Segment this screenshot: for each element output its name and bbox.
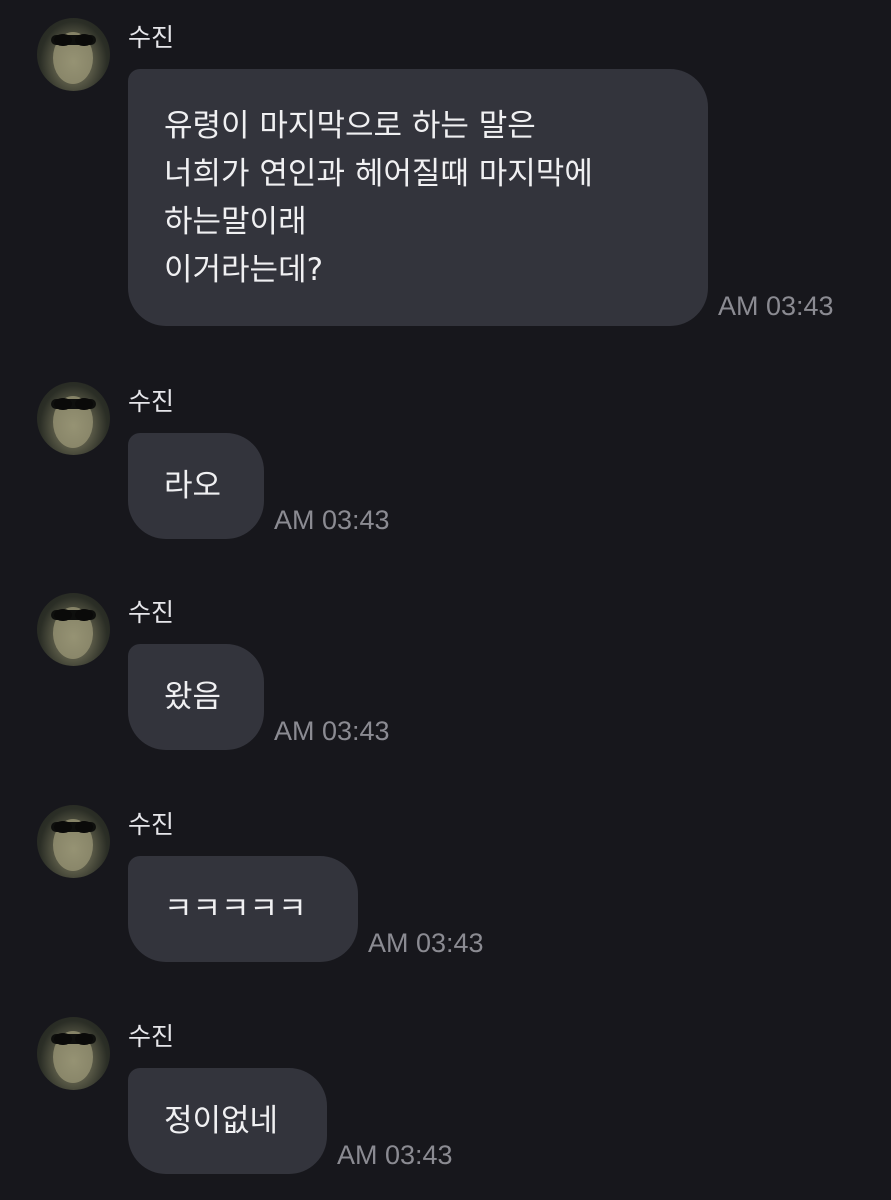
sender-name: 수진	[128, 598, 175, 627]
sender-name: 수진	[128, 1022, 175, 1051]
message-bubble[interactable]: ㅋㅋㅋㅋㅋ	[128, 856, 358, 962]
message-bubble[interactable]: 라오	[128, 433, 264, 539]
message-line: 정이없네	[164, 1103, 279, 1139]
message-line: 유령이 마지막으로 하는 말은	[164, 107, 536, 144]
profile-photo-icon	[51, 819, 96, 871]
message-line: 이거라는데?	[164, 251, 324, 288]
message-bubble[interactable]: 정이없네	[128, 1068, 327, 1174]
profile-photo-icon	[51, 607, 96, 659]
avatar[interactable]	[37, 805, 110, 878]
profile-photo-icon	[51, 1031, 96, 1083]
avatar[interactable]	[37, 382, 110, 455]
sender-name: 수진	[128, 23, 175, 52]
profile-photo-icon	[51, 396, 96, 448]
message-timestamp: AM 03:43	[368, 928, 484, 958]
message-timestamp: AM 03:43	[337, 1140, 453, 1170]
message-line: ㅋㅋㅋㅋㅋ	[164, 891, 307, 927]
message-line: 라오	[164, 468, 222, 504]
message-timestamp: AM 03:43	[274, 505, 390, 535]
message-line: 왔음	[164, 679, 222, 715]
sender-name: 수진	[128, 387, 175, 416]
message-timestamp: AM 03:43	[718, 291, 834, 321]
profile-photo-icon	[51, 32, 96, 84]
avatar[interactable]	[37, 593, 110, 666]
avatar[interactable]	[37, 1017, 110, 1090]
message-line: 너희가 연인과 헤어질때 마지막에	[164, 155, 593, 192]
message-bubble[interactable]: 유령이 마지막으로 하는 말은 너희가 연인과 헤어질때 마지막에 하는말이래 …	[128, 69, 708, 326]
sender-name: 수진	[128, 810, 175, 839]
avatar[interactable]	[37, 18, 110, 91]
message-line: 하는말이래	[164, 203, 307, 240]
message-timestamp: AM 03:43	[274, 716, 390, 746]
message-bubble[interactable]: 왔음	[128, 644, 264, 750]
